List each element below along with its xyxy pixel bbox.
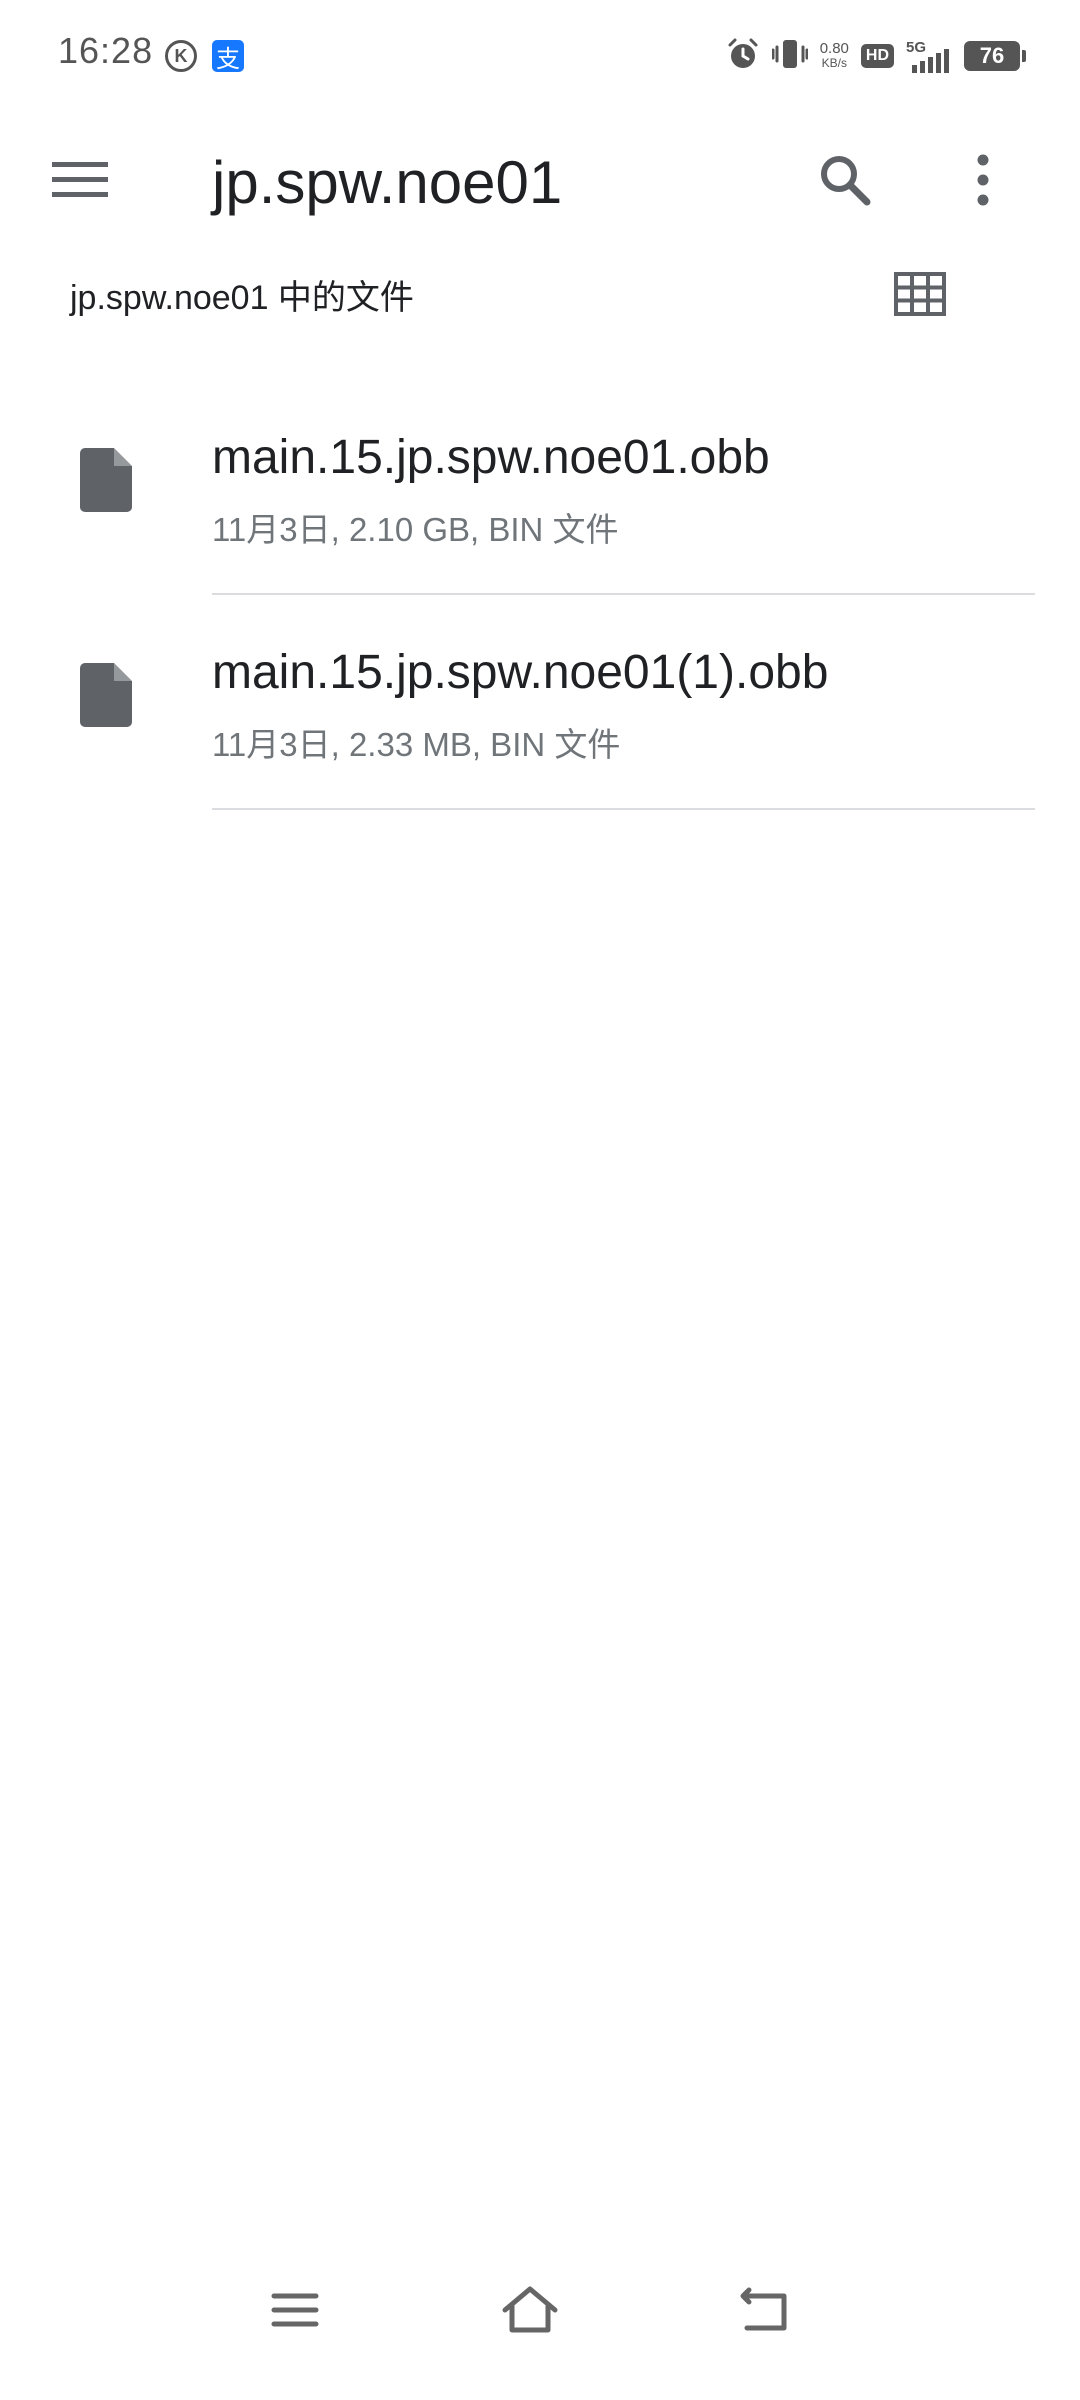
net-speed: 0.80 KB/s	[820, 41, 849, 71]
k-icon: K	[165, 40, 197, 72]
battery-icon: 76	[964, 41, 1026, 71]
signal-bars	[912, 49, 949, 73]
home-icon	[502, 2286, 558, 2333]
grid-view-icon	[894, 272, 946, 316]
menu-icon	[52, 162, 108, 197]
file-icon	[80, 663, 132, 727]
home-button[interactable]	[480, 2270, 580, 2350]
file-meta: 11月3日, 2.33 MB, BIN 文件	[212, 726, 621, 763]
folder-contents-label: jp.spw.noe01 中的文件	[70, 279, 414, 317]
file-row[interactable]: main.15.jp.spw.noe01.obb 11月3日, 2.10 GB,…	[0, 380, 1080, 595]
system-nav-bar	[0, 2240, 1080, 2400]
file-icon	[80, 448, 132, 512]
recents-icon	[271, 2293, 319, 2327]
app-bar: jp.spw.noe01	[0, 110, 1080, 250]
status-icons: 0.80 KB/s HD 5G 76	[726, 36, 1026, 76]
divider	[212, 808, 1035, 810]
page-title: jp.spw.noe01	[212, 149, 563, 216]
back-button[interactable]	[715, 2270, 815, 2350]
back-icon	[740, 2287, 787, 2331]
net-speed-unit: KB/s	[821, 56, 847, 70]
net-speed-value: 0.80	[819, 40, 849, 57]
recents-button[interactable]	[245, 2270, 345, 2350]
search-icon	[821, 156, 871, 206]
menu-button[interactable]	[40, 140, 120, 220]
search-button[interactable]	[805, 140, 885, 220]
subheader: jp.spw.noe01 中的文件	[0, 250, 1080, 340]
file-meta: 11月3日, 2.10 GB, BIN 文件	[212, 511, 619, 548]
file-row[interactable]: main.15.jp.spw.noe01(1).obb 11月3日, 2.33 …	[0, 595, 1080, 810]
status-bar: 16:28 K 支 0.80 KB/s HD 5G 76	[0, 0, 1080, 110]
alarm-icon	[726, 37, 760, 76]
grid-view-button[interactable]	[880, 254, 960, 334]
file-name: main.15.jp.spw.noe01.obb	[212, 431, 770, 484]
more-vert-icon	[977, 154, 989, 206]
more-options-button[interactable]	[943, 140, 1023, 220]
signal-icon: 5G	[906, 39, 952, 73]
file-name: main.15.jp.spw.noe01(1).obb	[212, 646, 829, 699]
status-time: 16:28	[58, 30, 154, 71]
vibrate-icon	[771, 37, 809, 76]
alipay-icon: 支	[212, 40, 244, 73]
file-list: main.15.jp.spw.noe01.obb 11月3日, 2.10 GB,…	[0, 380, 1080, 810]
hd-icon: HD	[860, 44, 894, 68]
